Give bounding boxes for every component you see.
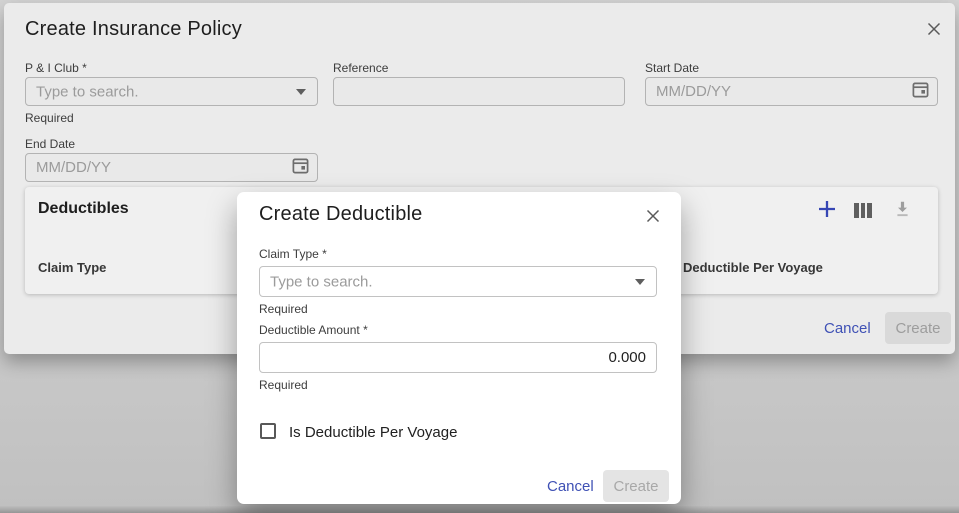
download-icon <box>893 206 912 223</box>
policy-close-button[interactable] <box>924 19 944 39</box>
deductible-amount-input[interactable] <box>260 343 656 372</box>
per-voyage-checkbox-label[interactable]: Is Deductible Per Voyage <box>289 424 457 441</box>
club-placeholder: Type to search. <box>36 83 139 100</box>
club-label: P & I Club * <box>25 61 87 75</box>
policy-create-button[interactable]: Create <box>885 312 951 344</box>
add-deductible-button[interactable] <box>816 198 838 220</box>
deductible-cancel-button[interactable]: Cancel <box>547 478 594 495</box>
chevron-down-icon <box>296 89 306 95</box>
claim-type-select[interactable]: Type to search. <box>259 266 657 297</box>
column-header-deductible-per-voyage: Deductible Per Voyage <box>683 260 823 275</box>
claim-type-required-helper: Required <box>259 302 308 316</box>
club-select[interactable]: Type to search. <box>25 77 318 106</box>
amount-required-helper: Required <box>259 378 308 392</box>
deductible-amount-field-box <box>259 342 657 373</box>
close-icon <box>643 213 663 230</box>
deductibles-title: Deductibles <box>38 200 129 218</box>
deductible-dialog-title: Create Deductible <box>259 203 423 226</box>
club-required-helper: Required <box>25 111 74 125</box>
reference-input[interactable] <box>334 78 624 105</box>
claim-type-label: Claim Type * <box>259 247 327 261</box>
calendar-icon[interactable] <box>911 80 930 104</box>
start-date-input[interactable] <box>646 78 937 105</box>
backdrop-bottom-edge <box>0 506 959 513</box>
end-date-label: End Date <box>25 137 75 151</box>
deductible-close-button[interactable] <box>643 206 663 226</box>
close-icon <box>924 26 944 43</box>
deductible-create-button[interactable]: Create <box>603 470 669 502</box>
end-date-field-box <box>25 153 318 182</box>
policy-dialog-title: Create Insurance Policy <box>25 18 242 41</box>
column-header-claim-type: Claim Type <box>38 260 106 275</box>
claim-type-placeholder: Type to search. <box>270 273 373 290</box>
columns-icon <box>854 201 876 218</box>
column-settings-button[interactable] <box>854 201 876 223</box>
create-deductible-dialog: Create Deductible Claim Type * Type to s… <box>237 192 681 504</box>
plus-icon <box>816 207 838 224</box>
end-date-input[interactable] <box>26 154 317 181</box>
reference-field-box <box>333 77 625 106</box>
per-voyage-checkbox[interactable] <box>260 423 276 439</box>
deductible-amount-label: Deductible Amount * <box>259 323 368 337</box>
calendar-icon[interactable] <box>291 156 310 180</box>
start-date-label: Start Date <box>645 61 699 75</box>
reference-label: Reference <box>333 61 388 75</box>
policy-cancel-button[interactable]: Cancel <box>824 320 871 337</box>
download-button[interactable] <box>893 200 915 222</box>
chevron-down-icon <box>635 279 645 285</box>
start-date-field-box <box>645 77 938 106</box>
